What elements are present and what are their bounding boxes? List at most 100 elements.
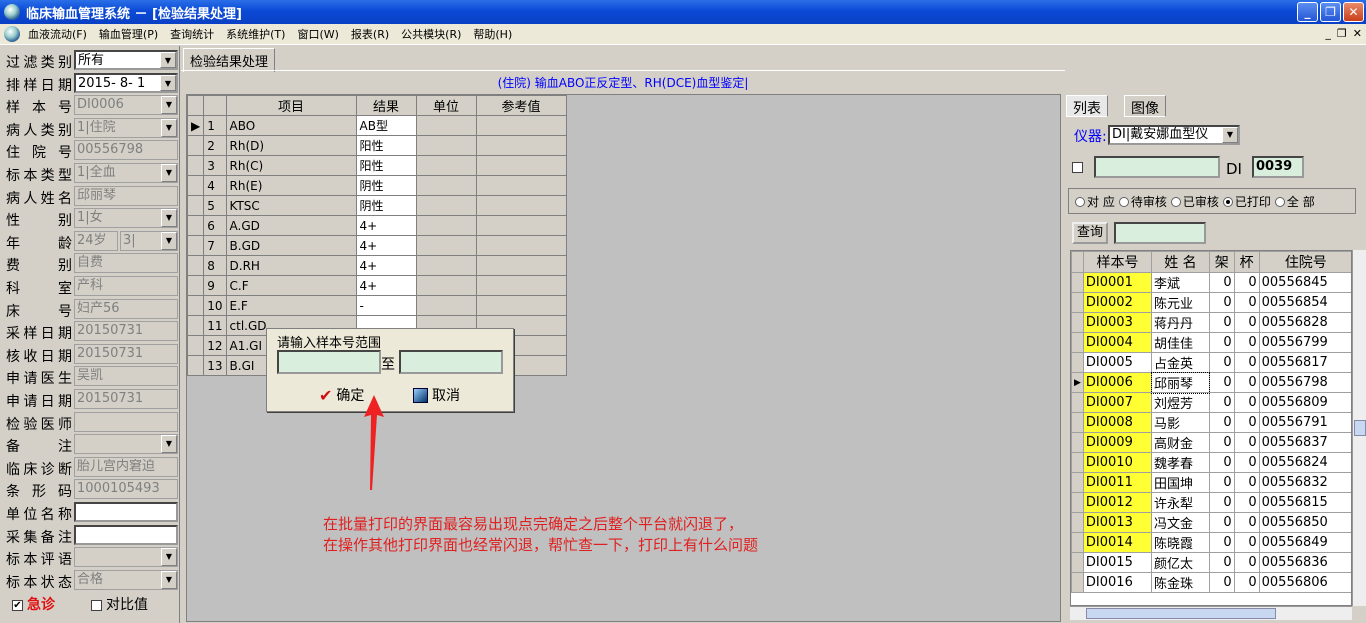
- query-input[interactable]: [1114, 222, 1206, 244]
- field-input[interactable]: 吴凯: [74, 366, 178, 387]
- field-input[interactable]: 1000105493: [74, 479, 178, 500]
- horizontal-scrollbar[interactable]: [1070, 606, 1352, 620]
- table-row[interactable]: 9 C.F 4+: [186, 275, 567, 296]
- result-cell[interactable]: 阴性: [355, 195, 417, 216]
- mdi-restore-button[interactable]: ❐: [1337, 27, 1347, 40]
- table-row[interactable]: DI0003 蒋丹丹 0 0 00556828: [1071, 312, 1351, 333]
- radio-all[interactable]: 全 部: [1274, 193, 1315, 210]
- tab-list[interactable]: 列表: [1066, 95, 1108, 117]
- filter-checkbox[interactable]: [1072, 162, 1083, 173]
- tab-result-processing[interactable]: 检验结果处理: [183, 48, 276, 72]
- table-row[interactable]: DI0012 许永犁 0 0 00556815: [1071, 492, 1351, 513]
- app-menu-icon[interactable]: [4, 26, 20, 42]
- di-range-input[interactable]: [1094, 156, 1220, 178]
- table-row[interactable]: 10 E.F -: [186, 295, 567, 316]
- chevron-down-icon[interactable]: ▼: [161, 548, 177, 567]
- cancel-button[interactable]: 取消: [413, 385, 460, 405]
- table-row[interactable]: DI0013 冯文金 0 0 00556850: [1071, 512, 1351, 533]
- table-row[interactable]: ▶ 1 ABO AB型: [186, 115, 567, 136]
- result-cell[interactable]: AB型: [355, 115, 417, 136]
- field-input[interactable]: 1|女 ▼: [74, 208, 178, 229]
- chevron-down-icon[interactable]: ▼: [1222, 127, 1238, 143]
- field-input[interactable]: 胎儿宫内窘迫: [74, 456, 178, 477]
- chevron-down-icon[interactable]: ▼: [161, 570, 177, 589]
- table-row[interactable]: 4 Rh(E) 阴性: [186, 175, 567, 196]
- field-input[interactable]: ▼: [74, 547, 178, 568]
- table-row[interactable]: DI0004 胡佳佳 0 0 00556799: [1071, 332, 1351, 353]
- result-cell[interactable]: 4+: [355, 215, 417, 236]
- minimize-button[interactable]: _: [1297, 2, 1318, 22]
- compare-checkbox[interactable]: 对比值: [91, 594, 148, 614]
- tab-image[interactable]: 图像: [1124, 95, 1166, 117]
- menu-transfusion[interactable]: 输血管理(P): [93, 26, 164, 42]
- table-row[interactable]: ▶ DI0006 邱丽琴 0 0 00556798: [1071, 371, 1351, 394]
- field-input[interactable]: 20150731: [74, 321, 178, 342]
- chevron-down-icon[interactable]: ▼: [161, 164, 177, 182]
- chevron-down-icon[interactable]: ▼: [161, 231, 177, 250]
- chevron-down-icon[interactable]: ▼: [161, 118, 177, 137]
- chevron-down-icon[interactable]: ▼: [160, 74, 176, 91]
- table-row[interactable]: DI0016 陈金珠 0 0 00556806: [1071, 572, 1351, 593]
- table-row[interactable]: 7 B.GD 4+: [186, 235, 567, 256]
- field-input[interactable]: 24岁: [74, 230, 118, 251]
- menu-window[interactable]: 窗口(W): [291, 26, 344, 42]
- table-row[interactable]: DI0001 李斌 0 0 00556845: [1071, 272, 1351, 293]
- age-unit-select[interactable]: 3| ▼: [120, 230, 178, 251]
- vertical-scrollbar[interactable]: [1352, 250, 1366, 606]
- menu-public[interactable]: 公共模块(R): [395, 26, 467, 42]
- field-input[interactable]: [74, 502, 178, 522]
- restore-button[interactable]: ❐: [1320, 2, 1341, 22]
- field-input[interactable]: 00556798: [74, 140, 178, 161]
- menu-query[interactable]: 查询统计: [164, 26, 220, 42]
- menu-help[interactable]: 帮助(H): [467, 26, 518, 42]
- result-cell[interactable]: 阴性: [355, 175, 417, 196]
- table-row[interactable]: DI0007 刘煜芳 0 0 00556809: [1071, 392, 1351, 413]
- field-input[interactable]: 邱丽琴: [74, 185, 178, 206]
- result-cell[interactable]: 阳性: [355, 155, 417, 176]
- field-input[interactable]: 妇产56: [74, 298, 178, 319]
- result-cell[interactable]: -: [355, 295, 417, 316]
- field-input[interactable]: [74, 524, 178, 545]
- table-row[interactable]: 8 D.RH 4+: [186, 255, 567, 276]
- menu-system[interactable]: 系统维护(T): [220, 26, 291, 42]
- field-input[interactable]: 20150731: [74, 343, 178, 364]
- urgent-checkbox[interactable]: ✔ 急诊: [12, 594, 55, 614]
- field-input[interactable]: 自费: [74, 253, 178, 274]
- table-row[interactable]: DI0010 魏孝春 0 0 00556824: [1071, 452, 1351, 473]
- field-input[interactable]: 1|住院 ▼: [74, 117, 178, 138]
- result-cell[interactable]: 4+: [355, 275, 417, 296]
- query-button[interactable]: 查询: [1072, 222, 1108, 244]
- chevron-down-icon[interactable]: ▼: [161, 435, 177, 454]
- table-row[interactable]: DI0011 田国坤 0 0 00556832: [1071, 472, 1351, 493]
- table-row[interactable]: 5 KTSC 阴性: [186, 195, 567, 216]
- field-input[interactable]: [74, 411, 178, 432]
- scroll-thumb[interactable]: [1354, 420, 1366, 436]
- table-row[interactable]: DI0008 马影 0 0 00556791: [1071, 412, 1351, 433]
- range-start-input[interactable]: [277, 350, 381, 374]
- menu-report[interactable]: 报表(R): [345, 26, 395, 42]
- field-input[interactable]: 2015- 8- 1 ▼: [74, 72, 178, 93]
- result-cell[interactable]: 4+: [355, 255, 417, 276]
- table-row[interactable]: 2 Rh(D) 阳性: [186, 135, 567, 156]
- field-input[interactable]: 产科: [74, 276, 178, 296]
- di-number-input[interactable]: 0039: [1252, 156, 1304, 178]
- range-end-input[interactable]: [399, 350, 503, 374]
- chevron-down-icon[interactable]: ▼: [161, 96, 177, 115]
- field-input[interactable]: 合格 ▼: [74, 569, 178, 590]
- confirm-button[interactable]: ✔ 确定: [319, 385, 364, 405]
- table-row[interactable]: DI0002 陈元业 0 0 00556854: [1071, 292, 1351, 313]
- radio-reviewed[interactable]: 已审核: [1170, 193, 1219, 210]
- mdi-close-button[interactable]: ✕: [1353, 27, 1362, 40]
- field-input[interactable]: 1|全血 ▼: [74, 163, 178, 183]
- field-input[interactable]: 所有 ▼: [74, 50, 178, 70]
- field-input[interactable]: ▼: [74, 434, 178, 455]
- result-cell[interactable]: 阳性: [355, 135, 417, 156]
- result-cell[interactable]: 4+: [355, 235, 417, 256]
- chevron-down-icon[interactable]: ▼: [160, 52, 176, 68]
- table-row[interactable]: DI0005 占金英 0 0 00556817: [1071, 352, 1351, 373]
- table-row[interactable]: 6 A.GD 4+: [186, 215, 567, 236]
- field-input[interactable]: DI0006 ▼: [74, 95, 178, 116]
- menu-blood-flow[interactable]: 血液流动(F): [22, 26, 93, 42]
- table-row[interactable]: DI0015 颜亿太 0 0 00556836: [1071, 552, 1351, 573]
- table-row[interactable]: 3 Rh(C) 阳性: [186, 155, 567, 176]
